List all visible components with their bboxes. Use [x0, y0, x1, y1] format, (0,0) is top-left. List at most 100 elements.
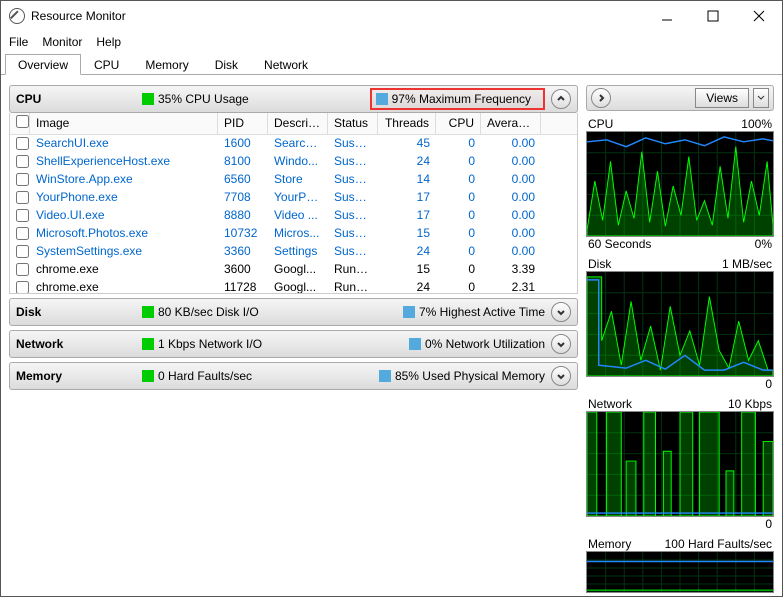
tab-network[interactable]: Network	[251, 54, 321, 75]
table-row[interactable]: SearchUI.exe1600Search ...Suspe...4500.0…	[10, 135, 577, 153]
cpu-section-header[interactable]: CPU 35% CPU Usage 97% Maximum Frequency	[9, 85, 578, 113]
row-checkbox[interactable]	[16, 281, 29, 293]
select-all-checkbox[interactable]	[16, 115, 29, 128]
cell-pid: 8880	[218, 207, 268, 225]
col-cpu[interactable]: CPU	[436, 113, 481, 134]
maximize-button[interactable]	[690, 1, 736, 31]
cell-cpu: 0	[436, 225, 481, 243]
col-desc[interactable]: Descrip...	[268, 113, 328, 134]
cell-desc: Settings	[268, 243, 328, 261]
graph-disk: Disk1 MB/sec0	[586, 257, 774, 391]
table-row[interactable]: ShellExperienceHost.exe8100Windo...Suspe…	[10, 153, 577, 171]
cell-image: YourPhone.exe	[30, 189, 218, 207]
tab-cpu[interactable]: CPU	[81, 54, 132, 75]
cell-avg: 0.00	[481, 207, 541, 225]
cell-avg: 0.00	[481, 135, 541, 153]
cell-cpu: 0	[436, 207, 481, 225]
menu-monitor[interactable]: Monitor	[42, 35, 82, 49]
row-checkbox[interactable]	[16, 191, 29, 204]
cell-desc: Store	[268, 171, 328, 189]
disk-section-header[interactable]: Disk 80 KB/sec Disk I/O 7% Highest Activ…	[9, 298, 578, 326]
cell-avg: 0.00	[481, 243, 541, 261]
mem-faults-swatch-icon	[142, 370, 154, 382]
cell-desc: Googl...	[268, 261, 328, 279]
col-pid[interactable]: PID	[218, 113, 268, 134]
row-checkbox[interactable]	[16, 263, 29, 276]
tab-memory[interactable]: Memory	[132, 54, 201, 75]
col-threads[interactable]: Threads	[378, 113, 436, 134]
col-status[interactable]: Status	[328, 113, 378, 134]
cell-image: Video.UI.exe	[30, 207, 218, 225]
views-dropdown-button[interactable]	[753, 88, 769, 108]
table-row[interactable]: WinStore.App.exe6560StoreSuspe...1400.00	[10, 171, 577, 189]
cell-avg: 0.00	[481, 153, 541, 171]
cell-desc: YourPh...	[268, 189, 328, 207]
graph-network: Network10 Kbps0	[586, 397, 774, 531]
graph-value: 10 Kbps	[728, 397, 772, 411]
cell-cpu: 0	[436, 279, 481, 293]
cell-desc: Search ...	[268, 135, 328, 153]
tab-overview[interactable]: Overview	[5, 54, 81, 75]
cell-threads: 15	[378, 225, 436, 243]
cell-threads: 24	[378, 153, 436, 171]
table-row[interactable]: Video.UI.exe8880Video ...Suspe...1700.00	[10, 207, 577, 225]
tab-disk[interactable]: Disk	[202, 54, 251, 75]
row-checkbox[interactable]	[16, 173, 29, 186]
col-avg[interactable]: Averag...	[481, 113, 541, 134]
cell-status: Suspe...	[328, 207, 378, 225]
table-row[interactable]: chrome.exe11728Googl...Runni...2402.31	[10, 279, 577, 293]
network-expand-button[interactable]	[551, 334, 571, 354]
memory-section-header[interactable]: Memory 0 Hard Faults/sec 85% Used Physic…	[9, 362, 578, 390]
cpu-usage-text: 35% CPU Usage	[158, 92, 249, 106]
cell-avg: 0.00	[481, 171, 541, 189]
row-checkbox[interactable]	[16, 227, 29, 240]
views-button[interactable]: Views	[695, 88, 749, 108]
cell-image: SystemSettings.exe	[30, 243, 218, 261]
graph-value: 1 MB/sec	[722, 257, 772, 271]
cpu-collapse-button[interactable]	[551, 89, 571, 109]
cell-pid: 8100	[218, 153, 268, 171]
cpu-freq-swatch-icon	[376, 93, 388, 105]
disk-expand-button[interactable]	[551, 302, 571, 322]
cell-status: Suspe...	[328, 135, 378, 153]
cell-image: Microsoft.Photos.exe	[30, 225, 218, 243]
cell-pid: 10732	[218, 225, 268, 243]
menubar: File Monitor Help	[1, 31, 782, 53]
graph-canvas	[586, 551, 774, 593]
network-section-header[interactable]: Network 1 Kbps Network I/O 0% Network Ut…	[9, 330, 578, 358]
minimize-button[interactable]	[644, 1, 690, 31]
table-row[interactable]: Microsoft.Photos.exe10732Micros...Suspe.…	[10, 225, 577, 243]
table-row[interactable]: SystemSettings.exe3360SettingsSuspe...24…	[10, 243, 577, 261]
mem-used-text: 85% Used Physical Memory	[395, 369, 545, 383]
table-row[interactable]: YourPhone.exe7708YourPh...Suspe...1700.0…	[10, 189, 577, 207]
row-checkbox[interactable]	[16, 245, 29, 258]
table-body[interactable]: SearchUI.exe1600Search ...Suspe...4500.0…	[10, 135, 577, 293]
graphs-collapse-button[interactable]	[591, 88, 611, 108]
titlebar: Resource Monitor	[1, 1, 782, 31]
disk-active-swatch-icon	[403, 306, 415, 318]
row-checkbox[interactable]	[16, 209, 29, 222]
cell-pid: 11728	[218, 279, 268, 293]
cell-desc: Googl...	[268, 279, 328, 293]
graph-title: CPU	[588, 117, 613, 131]
cell-cpu: 0	[436, 243, 481, 261]
menu-help[interactable]: Help	[96, 35, 121, 49]
memory-title: Memory	[16, 369, 136, 383]
row-checkbox[interactable]	[16, 137, 29, 150]
cell-status: Runni...	[328, 261, 378, 279]
table-row[interactable]: chrome.exe3600Googl...Runni...1503.39	[10, 261, 577, 279]
close-button[interactable]	[736, 1, 782, 31]
cell-pid: 6560	[218, 171, 268, 189]
disk-io-text: 80 KB/sec Disk I/O	[158, 305, 259, 319]
menu-file[interactable]: File	[9, 35, 28, 49]
memory-expand-button[interactable]	[551, 366, 571, 386]
net-io-text: 1 Kbps Network I/O	[158, 337, 262, 351]
graph-value: 100%	[741, 117, 772, 131]
net-util-text: 0% Network Utilization	[425, 337, 545, 351]
cell-status: Suspe...	[328, 225, 378, 243]
col-image[interactable]: Image	[30, 113, 218, 134]
cell-status: Suspe...	[328, 171, 378, 189]
graph-value: 100 Hard Faults/sec	[665, 537, 772, 551]
cell-avg: 0.00	[481, 225, 541, 243]
row-checkbox[interactable]	[16, 155, 29, 168]
